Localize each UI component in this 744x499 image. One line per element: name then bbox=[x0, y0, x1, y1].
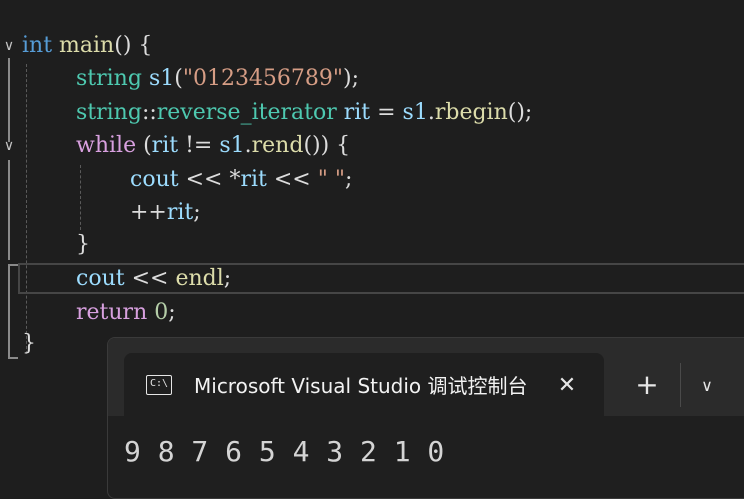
code-line[interactable]: ++rit; bbox=[130, 196, 201, 230]
code-token: } bbox=[22, 331, 36, 356]
code-line[interactable]: int main() { bbox=[22, 29, 152, 63]
code-token: cout bbox=[130, 167, 179, 192]
code-token: = bbox=[370, 100, 403, 125]
code-token: return bbox=[76, 300, 148, 325]
code-token: :: bbox=[141, 100, 157, 125]
code-token: s1 bbox=[219, 133, 245, 158]
code-token: " " bbox=[317, 167, 345, 192]
code-token: "0123456789" bbox=[182, 66, 344, 91]
fold-main-chevron-down-icon[interactable]: ∨ bbox=[0, 37, 18, 55]
code-token: ; bbox=[344, 167, 353, 192]
code-token: ; bbox=[193, 200, 201, 225]
chevron-down-icon[interactable]: ∨ bbox=[690, 369, 724, 403]
new-tab-plus-icon[interactable]: + bbox=[630, 368, 664, 402]
code-token: rend bbox=[251, 133, 304, 158]
code-token: int bbox=[22, 33, 53, 58]
code-token: } bbox=[76, 232, 90, 257]
code-token: (); bbox=[507, 100, 533, 125]
tab-bar: C:\ Microsoft Visual Studio 调试控制台 ✕ + ∨ bbox=[108, 338, 744, 416]
code-token: ); bbox=[343, 66, 360, 91]
code-token: () { bbox=[114, 33, 153, 58]
indent-guide bbox=[26, 64, 27, 354]
code-token: string bbox=[76, 100, 142, 125]
code-token: 0 bbox=[154, 300, 169, 325]
outline-bracket bbox=[8, 264, 18, 266]
code-line[interactable]: string::reverse_iterator rit = s1.rbegin… bbox=[76, 96, 532, 130]
code-token: << bbox=[266, 167, 318, 192]
code-token: rit bbox=[343, 100, 371, 125]
outline-bracket bbox=[8, 160, 10, 260]
terminal-icon: C:\ bbox=[146, 375, 172, 395]
code-line[interactable]: } bbox=[22, 327, 36, 361]
code-token: endl bbox=[175, 266, 224, 291]
code-token: << bbox=[124, 266, 176, 291]
code-token: . bbox=[427, 100, 435, 125]
close-icon[interactable]: ✕ bbox=[550, 369, 584, 403]
code-token: rit bbox=[166, 200, 194, 225]
code-token: s1 bbox=[402, 100, 428, 125]
code-line[interactable]: while (rit != s1.rend()) { bbox=[76, 129, 350, 163]
code-line[interactable]: } bbox=[76, 228, 90, 262]
tab-debug-console[interactable]: C:\ Microsoft Visual Studio 调试控制台 ✕ bbox=[124, 353, 604, 416]
code-line[interactable]: return 0; bbox=[76, 296, 176, 330]
code-token: rbegin bbox=[434, 100, 508, 125]
code-token: main bbox=[59, 33, 115, 58]
code-token: ()) { bbox=[303, 133, 351, 158]
console-output: 9 8 7 6 5 4 3 2 1 0 bbox=[124, 435, 445, 468]
outline-bracket bbox=[8, 357, 18, 359]
code-token: != bbox=[178, 133, 220, 158]
code-token: s1 bbox=[148, 66, 175, 91]
code-token: cout bbox=[76, 266, 125, 291]
code-token: while bbox=[76, 133, 137, 158]
tab-title: Microsoft Visual Studio 调试控制台 bbox=[194, 374, 528, 398]
code-token: reverse_iterator bbox=[156, 100, 337, 125]
outline-bracket bbox=[8, 264, 10, 358]
outline-bracket bbox=[8, 58, 10, 142]
code-token: string bbox=[76, 66, 142, 91]
code-line[interactable]: string s1("0123456789"); bbox=[76, 62, 359, 96]
code-token: ( bbox=[174, 66, 183, 91]
code-token: . bbox=[244, 133, 252, 158]
debug-console-window: C:\ Microsoft Visual Studio 调试控制台 ✕ + ∨ … bbox=[107, 337, 744, 499]
indent-guide bbox=[80, 165, 81, 230]
code-token: << bbox=[178, 167, 230, 192]
tab-divider bbox=[680, 363, 681, 407]
code-token: ; bbox=[168, 300, 176, 325]
code-line[interactable]: cout << endl; bbox=[76, 262, 231, 296]
code-token: ++ bbox=[130, 200, 167, 225]
code-token: ( bbox=[136, 133, 152, 158]
code-line[interactable]: cout << *rit << " "; bbox=[130, 163, 352, 197]
code-token: rit bbox=[151, 133, 179, 158]
code-token: rit bbox=[240, 167, 267, 192]
code-token: ; bbox=[223, 266, 232, 291]
code-token: * bbox=[229, 167, 241, 192]
